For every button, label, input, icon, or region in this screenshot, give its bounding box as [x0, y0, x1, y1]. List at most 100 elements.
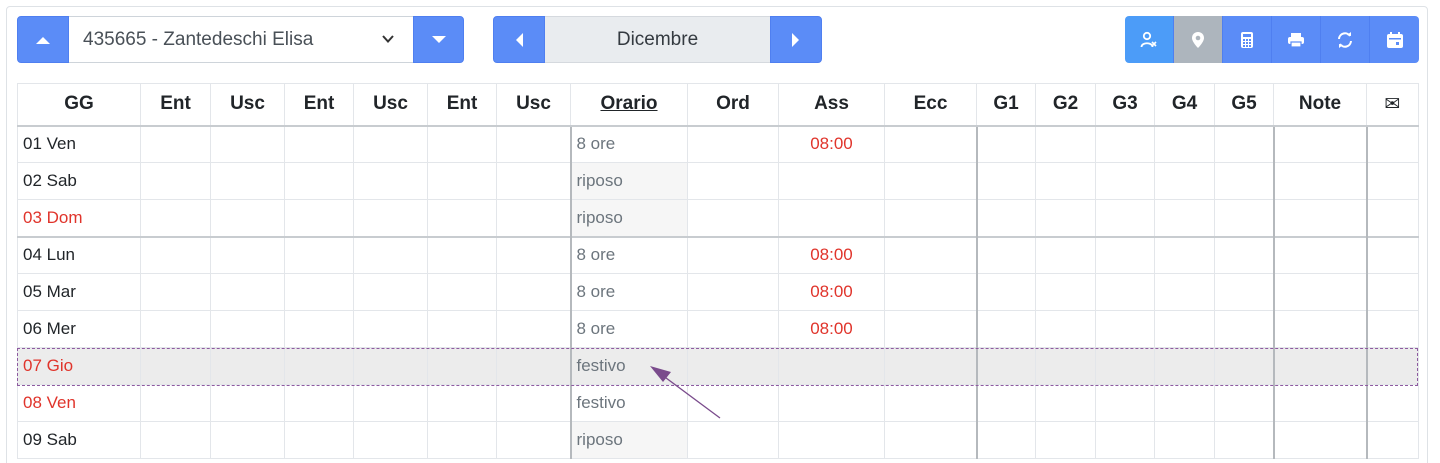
- time-cell[interactable]: [210, 384, 285, 422]
- message-cell[interactable]: [1365, 199, 1419, 237]
- time-cell[interactable]: [1095, 162, 1155, 200]
- note-cell[interactable]: [1272, 125, 1367, 163]
- ass-cell[interactable]: [778, 199, 885, 237]
- time-cell[interactable]: [1214, 273, 1274, 311]
- time-cell[interactable]: [140, 421, 211, 459]
- time-cell[interactable]: [1095, 384, 1155, 422]
- orario-cell[interactable]: 8 ore: [569, 273, 688, 311]
- message-cell[interactable]: [1365, 273, 1419, 311]
- time-cell[interactable]: [353, 199, 428, 237]
- time-cell[interactable]: [140, 384, 211, 422]
- message-cell[interactable]: [1365, 162, 1419, 200]
- col-header-gg[interactable]: GG: [17, 83, 141, 127]
- time-cell[interactable]: [1095, 310, 1155, 348]
- g1-cell[interactable]: [975, 125, 1036, 163]
- time-cell[interactable]: [427, 235, 497, 274]
- time-cell[interactable]: [687, 310, 779, 348]
- time-cell[interactable]: [140, 199, 211, 237]
- time-cell[interactable]: [1154, 125, 1215, 163]
- time-cell[interactable]: [140, 347, 211, 385]
- orario-cell[interactable]: riposo: [569, 199, 688, 237]
- ass-cell[interactable]: 08:00: [778, 273, 885, 311]
- time-cell[interactable]: [353, 235, 428, 274]
- time-cell[interactable]: [496, 273, 571, 311]
- note-cell[interactable]: [1272, 199, 1367, 237]
- time-cell[interactable]: [210, 125, 285, 163]
- col-header-orario[interactable]: Orario: [570, 83, 688, 127]
- time-cell[interactable]: [1214, 162, 1274, 200]
- g1-cell[interactable]: [975, 235, 1036, 274]
- time-cell[interactable]: [1095, 199, 1155, 237]
- time-cell[interactable]: [1214, 125, 1274, 163]
- message-cell[interactable]: [1365, 384, 1419, 422]
- ass-cell[interactable]: [778, 421, 885, 459]
- time-cell[interactable]: [1154, 273, 1215, 311]
- time-cell[interactable]: [140, 235, 211, 274]
- time-cell[interactable]: [210, 199, 285, 237]
- previous-employee-button[interactable]: [17, 16, 69, 63]
- next-month-button[interactable]: [770, 16, 822, 63]
- time-cell[interactable]: [1154, 162, 1215, 200]
- time-cell[interactable]: [427, 421, 497, 459]
- time-cell[interactable]: [1095, 235, 1155, 274]
- time-cell[interactable]: [1095, 273, 1155, 311]
- time-cell[interactable]: [1154, 310, 1215, 348]
- col-header-envelope-icon[interactable]: ✉: [1366, 83, 1419, 127]
- g1-cell[interactable]: [975, 273, 1036, 311]
- time-cell[interactable]: [284, 235, 354, 274]
- time-cell[interactable]: [1035, 421, 1096, 459]
- table-row[interactable]: 09 Sab riposo: [17, 421, 1419, 459]
- time-cell[interactable]: [353, 162, 428, 200]
- table-row[interactable]: 03 Dom riposo: [17, 199, 1419, 237]
- time-cell[interactable]: [427, 162, 497, 200]
- time-cell[interactable]: [140, 125, 211, 163]
- note-cell[interactable]: [1272, 421, 1367, 459]
- time-cell[interactable]: [1214, 421, 1274, 459]
- note-cell[interactable]: [1272, 347, 1367, 385]
- ass-cell[interactable]: [778, 384, 885, 422]
- time-cell[interactable]: [884, 347, 977, 385]
- time-cell[interactable]: [1154, 421, 1215, 459]
- day-cell[interactable]: 03 Dom: [17, 199, 141, 237]
- time-cell[interactable]: [427, 310, 497, 348]
- time-cell[interactable]: [687, 347, 779, 385]
- table-row[interactable]: 02 Sab riposo: [17, 162, 1419, 200]
- time-cell[interactable]: [1035, 125, 1096, 163]
- time-cell[interactable]: [1154, 235, 1215, 274]
- ass-cell[interactable]: [778, 162, 885, 200]
- day-cell[interactable]: 09 Sab: [17, 421, 141, 459]
- time-cell[interactable]: [427, 199, 497, 237]
- time-cell[interactable]: [884, 273, 977, 311]
- g1-cell[interactable]: [975, 384, 1036, 422]
- day-cell[interactable]: 02 Sab: [17, 162, 141, 200]
- g1-cell[interactable]: [975, 199, 1036, 237]
- time-cell[interactable]: [496, 235, 571, 274]
- time-cell[interactable]: [687, 421, 779, 459]
- table-row[interactable]: 05 Mar 8 ore 08:00: [17, 273, 1419, 311]
- g1-cell[interactable]: [975, 162, 1036, 200]
- time-cell[interactable]: [687, 199, 779, 237]
- day-cell[interactable]: 08 Ven: [17, 384, 141, 422]
- time-cell[interactable]: [353, 273, 428, 311]
- time-cell[interactable]: [496, 125, 571, 163]
- time-cell[interactable]: [1095, 421, 1155, 459]
- previous-month-button[interactable]: [493, 16, 545, 63]
- orario-cell[interactable]: 8 ore: [569, 235, 688, 274]
- day-cell[interactable]: 07 Gio: [17, 347, 141, 385]
- user-badge-button[interactable]: [1125, 16, 1174, 63]
- time-cell[interactable]: [1035, 310, 1096, 348]
- time-cell[interactable]: [1035, 235, 1096, 274]
- time-cell[interactable]: [1095, 125, 1155, 163]
- time-cell[interactable]: [687, 384, 779, 422]
- time-cell[interactable]: [284, 421, 354, 459]
- time-cell[interactable]: [884, 384, 977, 422]
- day-cell[interactable]: 04 Lun: [17, 235, 141, 274]
- g1-cell[interactable]: [975, 310, 1036, 348]
- time-cell[interactable]: [1035, 347, 1096, 385]
- time-cell[interactable]: [1154, 384, 1215, 422]
- ass-cell[interactable]: 08:00: [778, 125, 885, 163]
- day-cell[interactable]: 05 Mar: [17, 273, 141, 311]
- time-cell[interactable]: [140, 310, 211, 348]
- orario-cell[interactable]: riposo: [569, 421, 688, 459]
- orario-cell[interactable]: festivo: [569, 384, 688, 422]
